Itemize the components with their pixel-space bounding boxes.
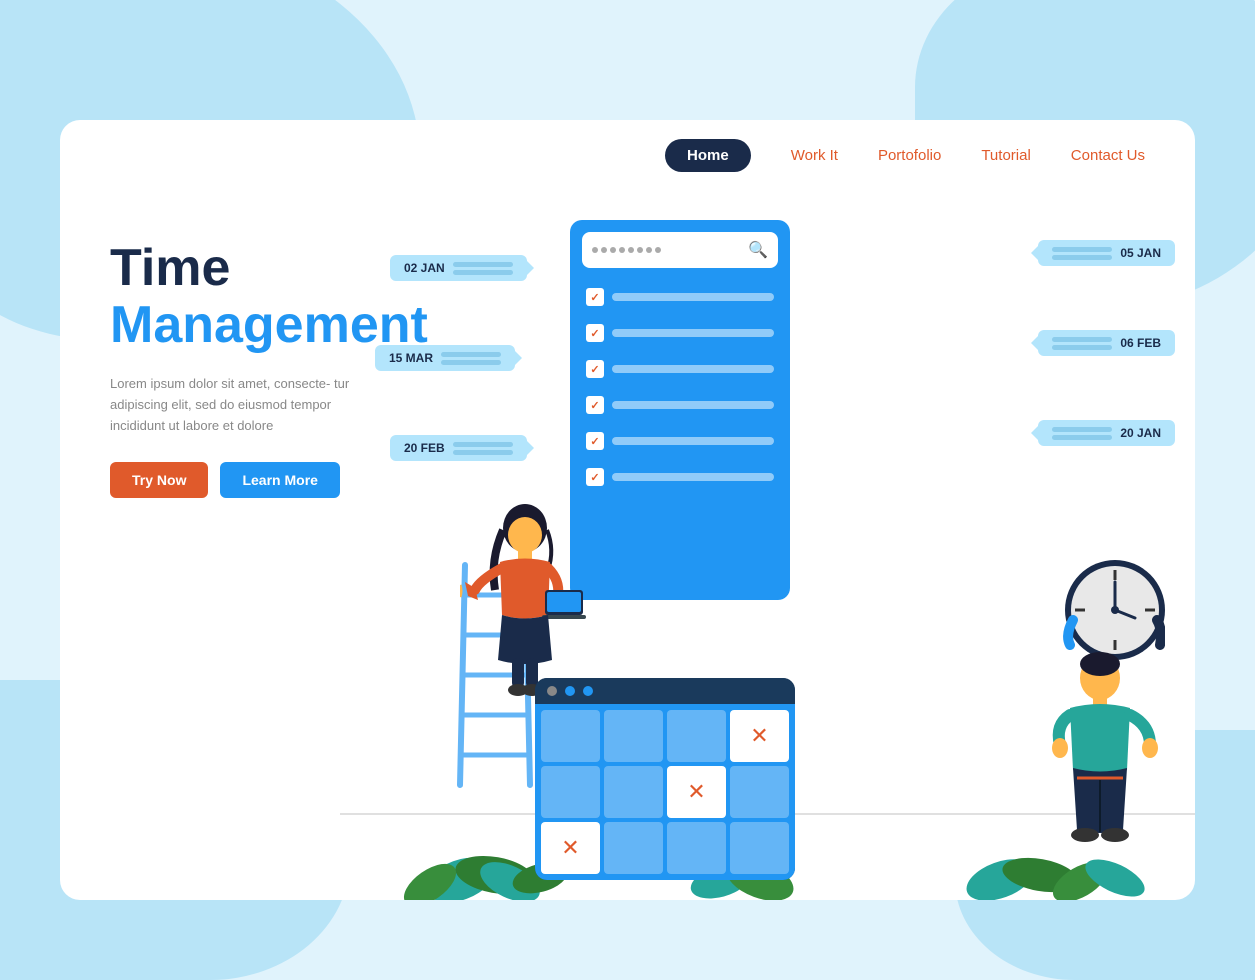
left-content: Time Management Lorem ipsum dolor sit am… — [110, 240, 370, 498]
cal-dot-2 — [565, 686, 575, 696]
calendar-grid: ✕ ✕ ✕ — [535, 704, 795, 880]
checklist-row-2: ✓ — [586, 324, 774, 342]
checklist-row-4: ✓ — [586, 396, 774, 414]
checkbox-3: ✓ — [586, 360, 604, 378]
cal-cell-r3c3 — [667, 822, 726, 874]
date-tag-05jan: 05 JAN — [1038, 240, 1175, 266]
nav-tutorial[interactable]: Tutorial — [981, 147, 1030, 164]
cal-cell-r1c2 — [604, 710, 663, 762]
main-card: Home Work It Portofolio Tutorial Contact… — [60, 120, 1195, 900]
checkbox-6: ✓ — [586, 468, 604, 486]
cal-cell-r2c2 — [604, 766, 663, 818]
description-text: Lorem ipsum dolor sit amet, consecte- tu… — [110, 374, 370, 436]
search-icon: 🔍 — [748, 240, 768, 260]
checkbox-1: ✓ — [586, 288, 604, 306]
checkbox-2: ✓ — [586, 324, 604, 342]
checklist-row-3: ✓ — [586, 360, 774, 378]
nav-contact[interactable]: Contact Us — [1071, 147, 1145, 164]
cal-dot-3 — [583, 686, 593, 696]
person-woman — [460, 500, 590, 700]
title-management: Management — [110, 297, 370, 354]
cal-dot-1 — [547, 686, 557, 696]
cal-cell-r2c3: ✕ — [667, 766, 726, 818]
learn-more-button[interactable]: Learn More — [220, 462, 339, 498]
checklist-row-5: ✓ — [586, 432, 774, 450]
title-time: Time — [110, 240, 370, 297]
illustration-area: 02 JAN 15 MAR 20 FEB — [340, 190, 1195, 900]
checklist-panel: 🔍 ✓ ✓ ✓ ✓ — [570, 220, 790, 600]
date-tag-20feb: 20 FEB — [390, 435, 527, 461]
cal-cell-r3c4 — [730, 822, 789, 874]
button-row: Try Now Learn More — [110, 462, 370, 498]
date-tag-15mar: 15 MAR — [375, 345, 515, 371]
calendar-header — [535, 678, 795, 704]
date-tag-02jan: 02 JAN — [390, 255, 527, 281]
search-bar: 🔍 — [582, 232, 778, 268]
navbar: Home Work It Portofolio Tutorial Contact… — [60, 120, 1195, 190]
checkbox-5: ✓ — [586, 432, 604, 450]
cal-cell-r1c4: ✕ — [730, 710, 789, 762]
cal-cell-r2c1 — [541, 766, 600, 818]
checkbox-4: ✓ — [586, 396, 604, 414]
cal-cell-r3c2 — [604, 822, 663, 874]
checklist-items: ✓ ✓ ✓ ✓ ✓ — [582, 280, 778, 494]
checklist-row-1: ✓ — [586, 288, 774, 306]
try-now-button[interactable]: Try Now — [110, 462, 208, 498]
nav-workit[interactable]: Work It — [791, 147, 838, 164]
cal-cell-r3c1: ✕ — [541, 822, 600, 874]
person-man — [1005, 530, 1165, 850]
date-tag-20jan: 20 JAN — [1038, 420, 1175, 446]
calendar-panel: ✕ ✕ ✕ — [535, 678, 795, 880]
cal-cell-r2c4 — [730, 766, 789, 818]
date-tag-06feb: 06 FEB — [1038, 330, 1175, 356]
cal-cell-r1c1 — [541, 710, 600, 762]
checklist-row-6: ✓ — [586, 468, 774, 486]
nav-home[interactable]: Home — [665, 139, 751, 172]
cal-cell-r1c3 — [667, 710, 726, 762]
nav-portfolio[interactable]: Portofolio — [878, 147, 941, 164]
